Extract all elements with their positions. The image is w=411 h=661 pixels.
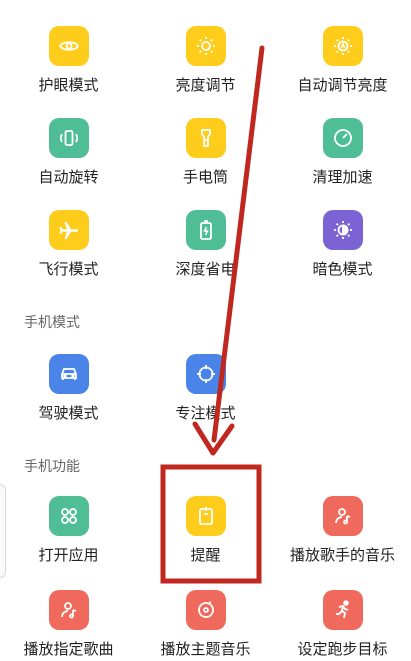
tile-label: 护眼模式: [38, 76, 99, 94]
tile-label: 飞行模式: [38, 260, 99, 278]
tile-eye-protection[interactable]: 护眼模式: [0, 26, 137, 94]
flashlight-icon: [185, 118, 226, 158]
song-icon: [48, 590, 89, 630]
tile-reminder[interactable]: 提醒: [137, 496, 274, 564]
apps-icon: [48, 496, 89, 536]
arrow-head-icon: [192, 421, 235, 456]
tile-open-app[interactable]: 打开应用: [0, 496, 137, 564]
dark-mode-icon: [322, 210, 363, 250]
tile-label: 播放歌手的音乐: [289, 546, 395, 564]
battery-icon: [185, 210, 226, 250]
reminder-icon: [185, 496, 226, 536]
tile-play-theme-music[interactable]: 播放主题音乐: [137, 590, 274, 658]
tile-label: 播放指定歌曲: [23, 640, 114, 658]
tile-running-goal[interactable]: 设定跑步目标: [274, 590, 411, 658]
tile-label: 暗色模式: [312, 260, 373, 278]
airplane-icon: [48, 210, 89, 250]
section-title-phone-mode: 手机模式: [24, 315, 80, 331]
tile-label: 提醒: [190, 546, 221, 564]
tile-label: 设定跑步目标: [297, 640, 388, 658]
tile-brightness[interactable]: 亮度调节: [137, 26, 274, 94]
speedometer-icon: [322, 118, 363, 158]
tile-airplane-mode[interactable]: 飞行模式: [0, 210, 137, 278]
tile-label: 播放主题音乐: [160, 640, 251, 658]
rotate-icon: [48, 118, 89, 158]
eye-icon: [48, 26, 89, 66]
sun-icon: [185, 26, 226, 66]
tile-focus-mode[interactable]: 专注模式: [137, 354, 274, 422]
auto-brightness-icon: [322, 26, 363, 66]
tile-driving-mode[interactable]: 驾驶模式: [0, 354, 137, 422]
running-icon: [322, 590, 363, 630]
tile-flashlight[interactable]: 手电筒: [137, 118, 274, 186]
car-icon: [48, 354, 89, 394]
tile-auto-rotate[interactable]: 自动旋转: [0, 118, 137, 186]
tile-label: 自动旋转: [38, 168, 99, 186]
section-title-phone-function: 手机功能: [24, 459, 80, 475]
tile-cleanup[interactable]: 清理加速: [274, 118, 411, 186]
tile-auto-brightness[interactable]: 自动调节亮度: [274, 26, 411, 94]
focus-icon: [185, 354, 226, 394]
tile-label: 清理加速: [312, 168, 373, 186]
tile-play-singer-music[interactable]: 播放歌手的音乐: [274, 496, 411, 564]
singer-music-icon: [322, 496, 363, 536]
tile-label: 打开应用: [38, 546, 99, 564]
tile-label: 驾驶模式: [38, 404, 99, 422]
tile-play-song[interactable]: 播放指定歌曲: [0, 590, 137, 658]
tile-label: 专注模式: [175, 404, 236, 422]
tile-label: 手电筒: [182, 168, 228, 186]
tile-label: 亮度调节: [175, 76, 236, 94]
tile-label: 自动调节亮度: [297, 76, 388, 94]
tile-deep-power-saving[interactable]: 深度省电: [137, 210, 274, 278]
tile-dark-mode[interactable]: 暗色模式: [274, 210, 411, 278]
tile-label: 深度省电: [175, 260, 236, 278]
disc-icon: [185, 590, 226, 630]
